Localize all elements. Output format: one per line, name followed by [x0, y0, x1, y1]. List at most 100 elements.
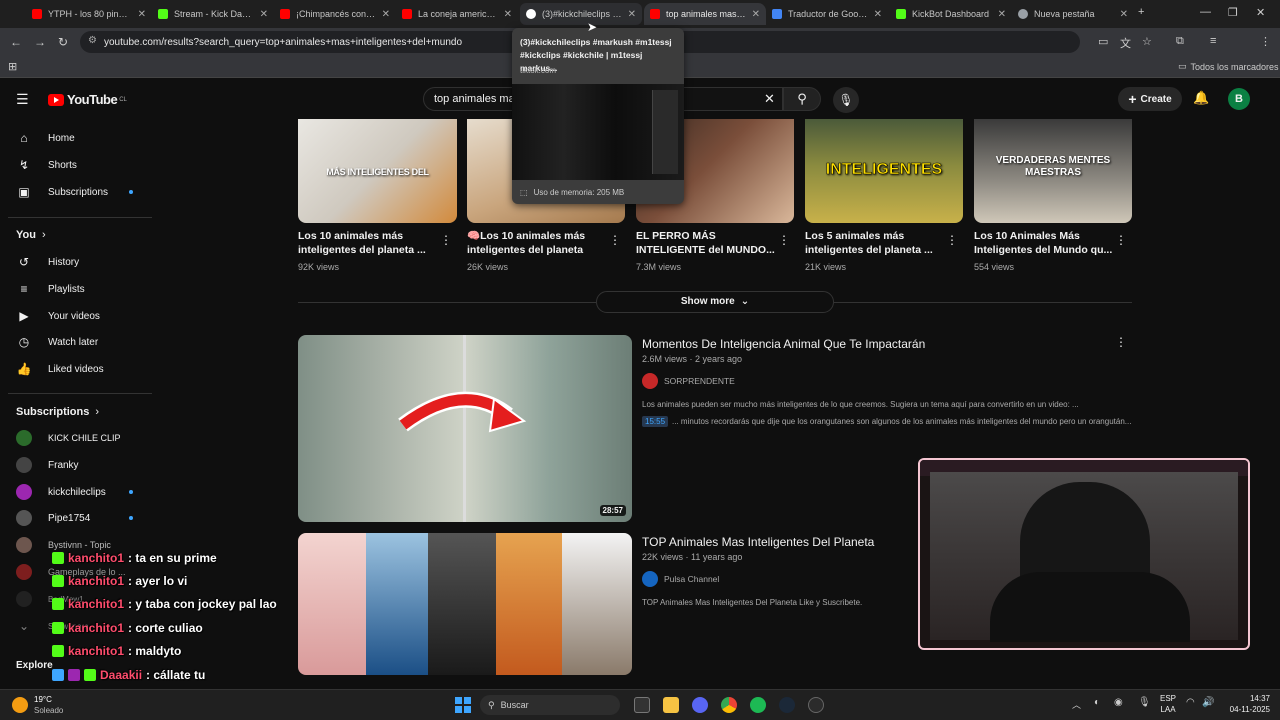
cast-icon[interactable]: ▭ [1098, 35, 1108, 48]
browser-tab-hovered[interactable]: (3)#kickchileclips #m ✕ [520, 3, 642, 25]
extensions-icon[interactable]: ⧉ [1176, 35, 1184, 48]
video-title[interactable]: Los 5 animales más inteligentes del plane… [805, 229, 945, 257]
video-thumbnail[interactable]: INTELIGENTES [805, 119, 963, 223]
browser-tab[interactable]: Nueva pestaña ✕ [1012, 3, 1134, 25]
video-title[interactable]: EL PERRO MÁS INTELIGENTE del MUNDO... [636, 229, 776, 257]
reload-icon[interactable]: ↻ [58, 35, 68, 49]
sidebar-item-history[interactable]: ↺ History [16, 251, 146, 273]
tray-app-icon[interactable]: ◉ [1114, 697, 1123, 708]
video-title[interactable]: TOP Animales Mas Inteligentes Del Planet… [642, 535, 874, 549]
channel-link[interactable]: SORPRENDENTE [642, 373, 735, 389]
sidebar-item-home[interactable]: ⌂ Home [16, 127, 146, 149]
youtube-logo[interactable]: YouTube CL [48, 92, 127, 107]
browser-tab[interactable]: KickBot Dashboard ✕ [890, 3, 1012, 25]
video-menu-icon[interactable]: ⋮ [946, 233, 958, 247]
browser-tab[interactable]: ¡Chimpancés con Má ✕ [274, 3, 396, 25]
close-tab-icon[interactable]: ✕ [382, 9, 390, 20]
wifi-icon[interactable]: ◠ [1186, 697, 1195, 708]
language-indicator[interactable]: ESP LAA [1160, 693, 1176, 715]
maximize-icon[interactable]: ❐ [1228, 6, 1238, 19]
clear-search-icon[interactable]: ✕ [764, 91, 775, 107]
channel-avatar [16, 510, 32, 526]
task-view-icon[interactable] [634, 697, 650, 713]
site-info-icon[interactable]: ⚙ [88, 35, 97, 46]
microphone-icon[interactable]: 🎙 [1138, 697, 1151, 708]
chrome-icon[interactable] [721, 697, 737, 713]
channel-avatar [16, 537, 32, 553]
browser-tab-active[interactable]: top animales mas inte ✕ [644, 3, 766, 25]
browser-tab[interactable]: La coneja america ad ✕ [396, 3, 518, 25]
taskbar-search[interactable]: ⚲ Buscar [480, 695, 620, 715]
spotify-icon[interactable] [750, 697, 766, 713]
discord-icon[interactable] [692, 697, 708, 713]
sidebar-item-subscriptions[interactable]: ▣ Subscriptions [16, 181, 146, 203]
video-title[interactable]: Los 10 animales más inteligentes del plan… [298, 229, 438, 257]
weather-icon[interactable] [12, 697, 28, 713]
sidebar-you-heading[interactable]: You › [16, 229, 46, 241]
sidebar-subscription[interactable]: KICK CHILE CLIP [16, 427, 146, 449]
new-tab-icon[interactable]: + [1138, 6, 1144, 18]
video-menu-icon[interactable]: ⋮ [778, 233, 790, 247]
sidebar-item-shorts[interactable]: ↯ Shorts [16, 154, 146, 176]
account-avatar[interactable]: B [1228, 88, 1250, 110]
video-menu-icon[interactable]: ⋮ [609, 233, 621, 247]
obs-icon[interactable] [808, 697, 824, 713]
video-menu-icon[interactable]: ⋮ [440, 233, 452, 247]
forward-icon[interactable]: → [34, 35, 46, 49]
close-tab-icon[interactable]: ✕ [874, 9, 882, 20]
close-tab-icon[interactable]: ✕ [504, 9, 512, 20]
close-tab-icon[interactable]: ✕ [628, 9, 636, 20]
volume-icon[interactable]: 🔊 [1202, 697, 1214, 708]
close-tab-icon[interactable]: ✕ [138, 9, 146, 20]
sidebar-subscription[interactable]: kickchileclips [16, 481, 146, 503]
search-button[interactable]: ⚲ [783, 87, 821, 111]
notifications-bell-icon[interactable]: 🔔 [1193, 90, 1209, 106]
show-more-button[interactable]: Show more ⌄ [596, 291, 834, 313]
video-thumbnail[interactable]: 28:57 [298, 335, 632, 522]
sidebar-subscriptions-heading[interactable]: Subscriptions › [16, 406, 99, 418]
all-bookmarks[interactable]: ▭ Todos los marcadores [1178, 61, 1279, 72]
video-thumbnail[interactable]: VERDADERAS MENTES MAESTRAS [974, 119, 1132, 223]
close-tab-icon[interactable]: ✕ [260, 9, 268, 20]
sidebar-item-your-videos[interactable]: ▶ Your videos [16, 305, 146, 327]
back-icon[interactable]: ← [10, 35, 22, 49]
file-explorer-icon[interactable] [663, 697, 679, 713]
tray-app-icon[interactable]: ◐ [1094, 697, 1100, 708]
translate-icon[interactable]: 文 [1120, 35, 1131, 51]
close-tab-icon[interactable]: ✕ [998, 9, 1006, 20]
sidebar-subscription[interactable]: Pipe1754 [16, 507, 146, 529]
steam-icon[interactable] [779, 697, 795, 713]
video-title[interactable]: Momentos De Inteligencia Animal Que Te I… [642, 337, 925, 351]
weather-temp: 19°C [34, 695, 52, 704]
apps-grid-icon[interactable]: ⊞ [8, 60, 17, 73]
close-window-icon[interactable]: ✕ [1256, 6, 1265, 19]
media-icon[interactable]: ≡ [1210, 35, 1216, 47]
close-tab-icon[interactable]: ✕ [1120, 9, 1128, 20]
windows-start-icon[interactable] [455, 697, 471, 713]
close-tab-icon[interactable]: ✕ [752, 9, 760, 20]
chapter-snippet[interactable]: 15:55 ... minutos recordarás que dije qu… [642, 416, 1132, 427]
video-title[interactable]: 🧠Los 10 animales más inteligentes del pla… [467, 229, 607, 257]
chevron-up-icon[interactable]: ︿ [1072, 698, 1081, 711]
video-menu-icon[interactable]: ⋮ [1115, 233, 1127, 247]
minimize-icon[interactable]: — [1200, 6, 1211, 18]
create-button[interactable]: + Create [1118, 87, 1182, 111]
voice-search-button[interactable]: 🎙 [833, 87, 859, 113]
sidebar-item-liked-videos[interactable]: 👍 Liked videos [16, 358, 146, 380]
sidebar-item-playlists[interactable]: ≡ Playlists [16, 278, 146, 300]
hamburger-menu-icon[interactable]: ☰ [16, 91, 29, 108]
video-menu-icon[interactable]: ⋮ [1115, 335, 1127, 349]
video-thumbnail[interactable]: MÁS INTELIGENTES DEL [298, 119, 457, 223]
channel-link[interactable]: Pulsa Channel [642, 571, 719, 587]
browser-tab[interactable]: Traductor de Google ✕ [766, 3, 888, 25]
octopus-image [496, 533, 562, 675]
browser-tab[interactable]: YTPH - los 80 pinoche ✕ [26, 3, 152, 25]
video-title[interactable]: Los 10 Animales Más Inteligentes del Mund… [974, 229, 1114, 257]
clock[interactable]: 14:37 04-11-2025 [1222, 693, 1270, 715]
bookmark-star-icon[interactable]: ☆ [1142, 35, 1152, 48]
menu-kebab-icon[interactable]: ⋮ [1260, 35, 1271, 48]
browser-tab[interactable]: Stream - Kick Dashbo ✕ [152, 3, 274, 25]
video-thumbnail[interactable] [298, 533, 632, 675]
sidebar-item-watch-later[interactable]: ◷ Watch later [16, 331, 146, 353]
sidebar-subscription[interactable]: Franky [16, 454, 146, 476]
